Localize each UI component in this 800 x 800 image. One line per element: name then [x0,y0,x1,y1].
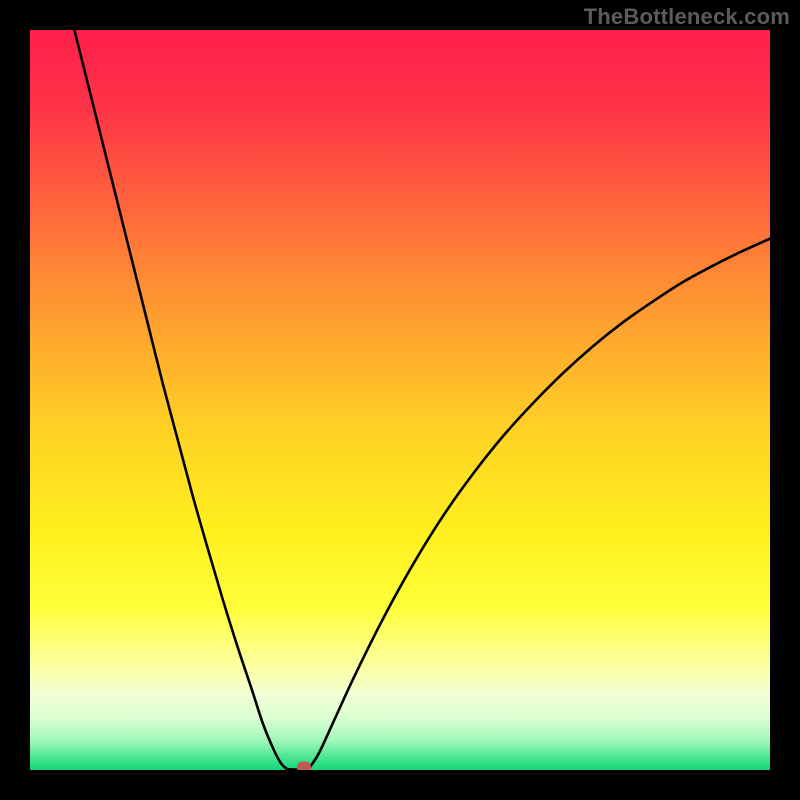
bottleneck-curve [74,30,770,770]
chart-frame: TheBottleneck.com [0,0,800,800]
curve-layer [30,30,770,770]
watermark-text: TheBottleneck.com [584,4,790,30]
optimum-marker [297,762,311,770]
plot-area [30,30,770,770]
